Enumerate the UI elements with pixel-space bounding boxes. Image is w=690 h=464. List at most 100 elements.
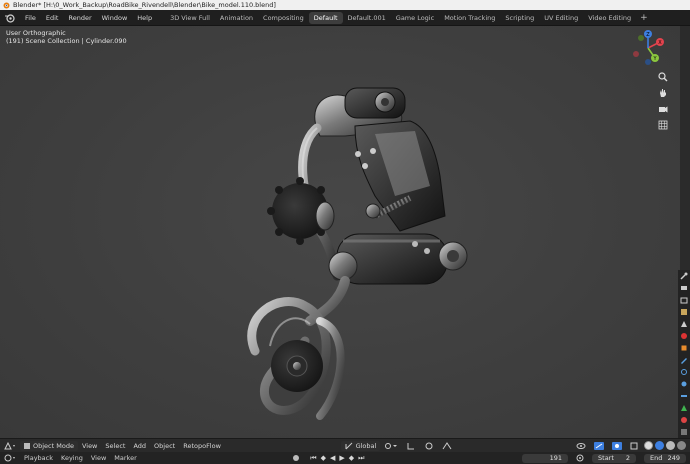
material-shading-icon[interactable]	[666, 441, 676, 450]
timeline-editor-icon[interactable]	[0, 454, 20, 462]
lower-pulley	[271, 340, 323, 392]
graph-icon[interactable]	[438, 441, 456, 450]
viewport-nav-tools	[656, 70, 672, 134]
constraints-icon[interactable]	[680, 392, 688, 400]
gizmo-toggle-icon[interactable]	[590, 441, 608, 450]
menu-marker[interactable]: Marker	[110, 454, 140, 462]
tab-compositing[interactable]: Compositing	[258, 12, 309, 24]
blender-logo-icon	[2, 1, 10, 9]
start-label: Start	[598, 454, 614, 462]
proportional-edit-icon[interactable]	[420, 442, 438, 450]
snap-icon[interactable]	[402, 442, 420, 450]
playback-controls: ⏮ ◆ ◀ ▶ ◆ ⏭	[304, 454, 370, 463]
solid-shading-icon[interactable]	[655, 441, 665, 450]
tab-animation[interactable]: Animation	[215, 12, 258, 24]
transform-orientation-dropdown[interactable]: Global	[340, 440, 381, 451]
start-frame-field[interactable]: Start 2	[592, 453, 637, 463]
menu-keying[interactable]: Keying	[57, 454, 87, 462]
menu-edit[interactable]: Edit	[41, 14, 64, 22]
gizmo-neg-y[interactable]	[638, 35, 644, 41]
tab-default[interactable]: Default	[308, 11, 343, 24]
gizmo-x-label: X	[658, 40, 662, 46]
orientation-label: Global	[355, 441, 377, 450]
next-keyframe-icon[interactable]: ◆	[349, 454, 354, 462]
auto-keying-icon[interactable]	[572, 454, 588, 462]
pan-hand-icon[interactable]	[656, 86, 670, 100]
tab-scripting[interactable]: Scripting	[500, 12, 539, 24]
tool-icon[interactable]	[680, 272, 688, 280]
object-icon[interactable]	[680, 344, 688, 352]
tab-video-editing[interactable]: Video Editing	[583, 12, 636, 24]
gizmo-neg-z[interactable]	[645, 59, 651, 65]
object-mode-icon	[24, 442, 30, 449]
navigation-gizmo[interactable]: X Y Z	[628, 28, 668, 68]
menu-file[interactable]: File	[20, 14, 41, 22]
mode-dropdown[interactable]: Object Mode	[20, 440, 78, 451]
header-menu-retopoflow[interactable]: RetopoFlow	[179, 442, 225, 450]
view-layer-icon[interactable]	[680, 308, 688, 316]
window-titlebar: Blender* [H:\0_Work_Backup\RoadBike_Rive…	[0, 0, 690, 10]
wireframe-shading-icon[interactable]	[644, 441, 654, 450]
material-icon[interactable]	[680, 416, 688, 424]
tab-motion-tracking[interactable]: Motion Tracking	[439, 12, 500, 24]
scene-icon[interactable]	[680, 320, 688, 328]
menu-timeline-view[interactable]: View	[87, 454, 110, 462]
render-icon[interactable]	[680, 284, 688, 292]
jump-end-icon[interactable]: ⏭	[358, 454, 364, 463]
viewport-header: Object Mode View Select Add Object Retop…	[0, 438, 690, 452]
add-workspace-button[interactable]: +	[636, 13, 652, 23]
zoom-icon[interactable]	[656, 70, 670, 84]
prev-keyframe-icon[interactable]: ◆	[321, 454, 326, 462]
end-label: End	[650, 454, 663, 462]
menu-window[interactable]: Window	[97, 14, 133, 22]
header-menu-view[interactable]: View	[78, 442, 101, 450]
tab-3d-view-full[interactable]: 3D View Full	[165, 12, 215, 24]
properties-tabs	[678, 270, 690, 438]
menu-render[interactable]: Render	[63, 14, 96, 22]
pivot-icon[interactable]	[380, 442, 402, 450]
top-menubar: File Edit Render Window Help 3D View Ful…	[0, 10, 690, 26]
end-frame-field[interactable]: End 249	[644, 453, 687, 463]
camera-icon[interactable]	[656, 102, 670, 116]
blender-menu-icon[interactable]	[3, 12, 17, 24]
data-icon[interactable]	[680, 404, 688, 412]
mode-label: Object Mode	[33, 441, 74, 450]
grid-icon[interactable]	[656, 118, 670, 132]
particles-icon[interactable]	[680, 368, 688, 376]
play-reverse-icon[interactable]: ◀	[330, 454, 335, 462]
3d-viewport[interactable]: User Orthographic (191) Scene Collection…	[0, 26, 690, 438]
tab-uv-editing[interactable]: UV Editing	[539, 12, 583, 24]
shading-buttons	[642, 441, 687, 450]
tab-default-001[interactable]: Default.001	[343, 12, 391, 24]
visibility-icon[interactable]	[572, 442, 590, 450]
editor-type-icon	[4, 441, 15, 449]
editor-type-button[interactable]	[0, 441, 20, 450]
overlays-icon[interactable]	[608, 441, 626, 450]
world-icon[interactable]	[680, 332, 688, 340]
play-icon[interactable]: ▶	[339, 454, 344, 462]
start-value: 2	[625, 454, 631, 462]
current-frame-field[interactable]: 191	[522, 453, 569, 463]
menu-help[interactable]: Help	[132, 14, 157, 22]
view-name: User Orthographic	[6, 29, 66, 37]
header-menu-add[interactable]: Add	[129, 442, 150, 450]
orientation-icon	[345, 442, 352, 449]
collection-info: (191) Scene Collection | Cylinder.090	[6, 37, 127, 45]
tab-game-logic[interactable]: Game Logic	[391, 12, 439, 24]
texture-icon[interactable]	[680, 428, 688, 436]
window-title: Blender* [H:\0_Work_Backup\RoadBike_Rive…	[13, 1, 276, 9]
header-menu-object[interactable]: Object	[150, 442, 179, 450]
end-value: 249	[667, 454, 681, 462]
jump-start-icon[interactable]: ⏮	[310, 454, 316, 463]
header-menu-select[interactable]: Select	[101, 442, 129, 450]
record-icon[interactable]	[288, 454, 304, 462]
xray-icon[interactable]	[626, 442, 642, 450]
gizmo-z-label: Z	[646, 32, 650, 38]
derailleur-model[interactable]	[225, 66, 485, 438]
physics-icon[interactable]	[680, 380, 688, 388]
rendered-shading-icon[interactable]	[677, 441, 687, 450]
menu-playback[interactable]: Playback	[20, 454, 57, 462]
modifier-icon[interactable]	[680, 356, 688, 364]
output-icon[interactable]	[680, 296, 688, 304]
gizmo-neg-x[interactable]	[633, 51, 639, 57]
